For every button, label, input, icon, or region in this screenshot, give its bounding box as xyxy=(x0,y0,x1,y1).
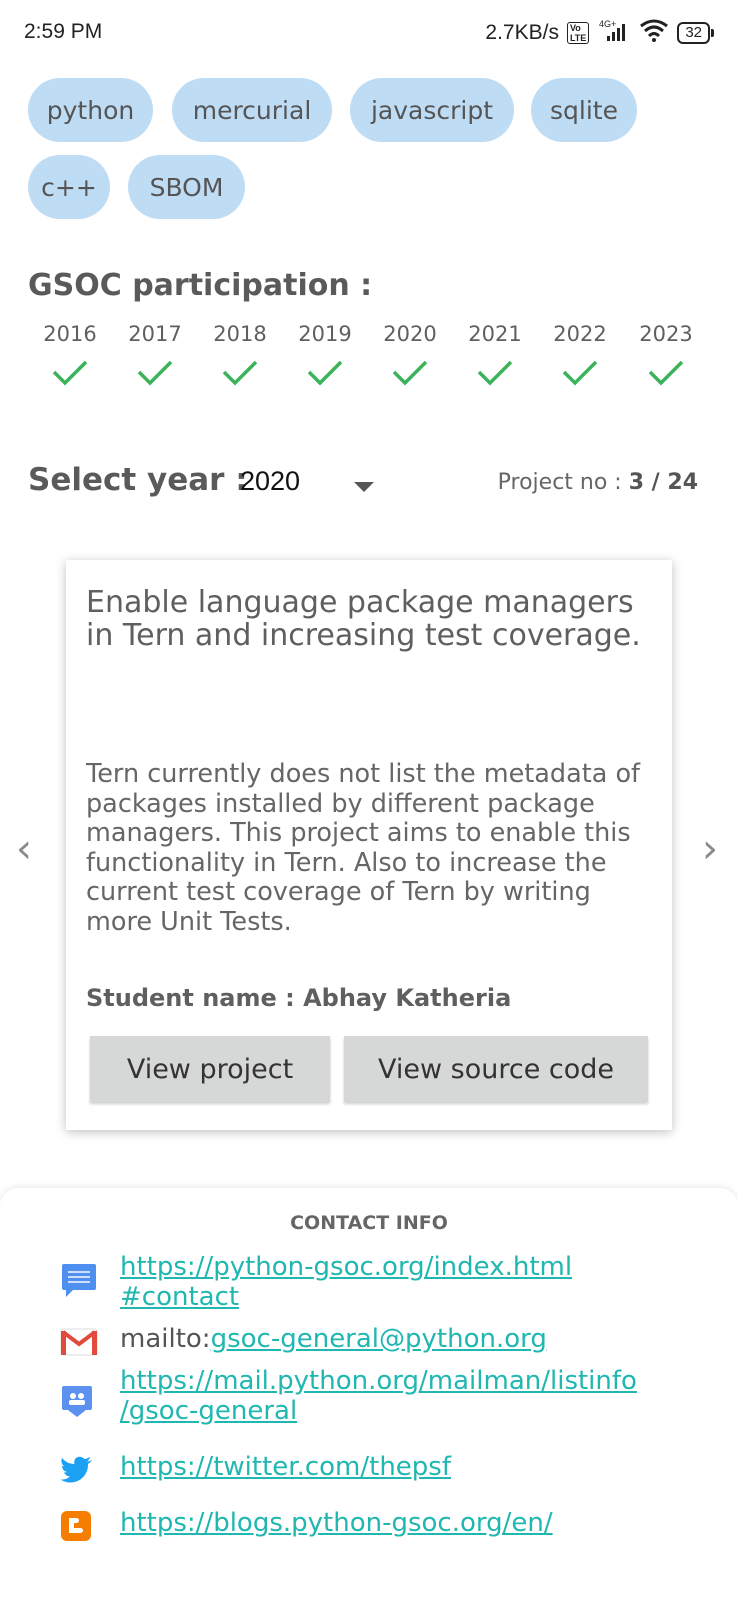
student-name: Student name : Abhay Katheria xyxy=(86,984,512,1012)
year-2019: 2019 xyxy=(285,322,365,388)
battery-icon: 32 xyxy=(677,21,714,44)
mail-link[interactable]: gsoc-general@python.org xyxy=(211,1324,547,1354)
contact-twitter[interactable]: https://twitter.com/thepsf xyxy=(120,1452,451,1482)
chat-icon xyxy=(62,1264,96,1297)
twitter-icon xyxy=(60,1456,92,1483)
check-icon xyxy=(52,360,88,386)
groups-icon xyxy=(62,1386,92,1417)
mail-prefix: mailto: xyxy=(120,1324,211,1354)
mailing-list-link-line2[interactable]: /gsoc-general xyxy=(120,1396,297,1426)
year-2021: 2021 xyxy=(455,322,535,388)
check-icon xyxy=(392,360,428,386)
volte-icon: Vo LTE xyxy=(566,21,590,44)
network-type: 4G+ xyxy=(599,19,616,29)
year-2018: 2018 xyxy=(200,322,280,388)
view-source-code-button[interactable]: View source code xyxy=(344,1036,648,1102)
chip-python[interactable]: python xyxy=(28,78,153,142)
check-icon xyxy=(222,360,258,386)
check-icon xyxy=(477,360,513,386)
contact-blog[interactable]: https://blogs.python-gsoc.org/en/ xyxy=(120,1508,553,1538)
website-link-line2[interactable]: #contact xyxy=(120,1282,239,1312)
contact-mailing-list[interactable]: https://mail.python.org/mailman/listinfo… xyxy=(120,1366,637,1426)
contact-mail[interactable]: mailto:gsoc-general@python.org xyxy=(120,1324,547,1354)
website-link-line1[interactable]: https://python-gsoc.org/index.html xyxy=(120,1252,572,1282)
year-2017: 2017 xyxy=(115,322,195,388)
check-icon xyxy=(137,360,173,386)
prev-arrow-icon[interactable]: ‹ xyxy=(16,826,32,872)
check-icon xyxy=(648,360,684,386)
chip-sqlite[interactable]: sqlite xyxy=(531,78,637,142)
twitter-link[interactable]: https://twitter.com/thepsf xyxy=(120,1452,451,1482)
year-2020: 2020 xyxy=(370,322,450,388)
contact-website[interactable]: https://python-gsoc.org/index.html #cont… xyxy=(120,1252,572,1312)
project-title: Enable language package managers in Tern… xyxy=(86,585,641,653)
gmail-icon xyxy=(60,1328,98,1356)
select-year-label: Select year : xyxy=(28,462,248,498)
check-icon xyxy=(562,360,598,386)
mailing-list-link-line1[interactable]: https://mail.python.org/mailman/listinfo xyxy=(120,1366,637,1396)
chip-sbom[interactable]: SBOM xyxy=(128,155,245,219)
status-time: 2:59 PM xyxy=(24,20,103,43)
project-counter: Project no : 3 / 24 xyxy=(497,470,698,495)
dropdown-arrow-icon[interactable] xyxy=(354,482,374,492)
chip-javascript[interactable]: javascript xyxy=(350,78,514,142)
year-2023: 2023 xyxy=(626,322,706,388)
blog-link[interactable]: https://blogs.python-gsoc.org/en/ xyxy=(120,1508,553,1538)
check-icon xyxy=(307,360,343,386)
project-description: Tern currently does not list the metadat… xyxy=(86,759,641,937)
blogger-icon xyxy=(61,1511,91,1541)
status-icons: 2.7KB/s Vo LTE 4G+ 32 xyxy=(485,18,714,47)
project-card: Enable language package managers in Tern… xyxy=(66,560,672,1130)
year-dropdown[interactable]: 2020 xyxy=(240,466,300,497)
gsoc-participation-title: GSOC participation : xyxy=(28,268,373,303)
wifi-icon xyxy=(639,18,669,47)
signal-icon: 4G+ xyxy=(597,18,631,47)
contact-info-title: CONTACT INFO xyxy=(290,1212,448,1234)
year-2016: 2016 xyxy=(30,322,110,388)
chip-mercurial[interactable]: mercurial xyxy=(172,78,332,142)
network-speed: 2.7KB/s xyxy=(485,20,559,44)
next-arrow-icon[interactable]: › xyxy=(702,826,718,872)
contact-info-panel: CONTACT INFO https://python-gsoc.org/ind… xyxy=(0,1188,738,1600)
view-project-button[interactable]: View project xyxy=(90,1036,330,1102)
year-2022: 2022 xyxy=(540,322,620,388)
chip-cpp[interactable]: c++ xyxy=(28,155,110,219)
